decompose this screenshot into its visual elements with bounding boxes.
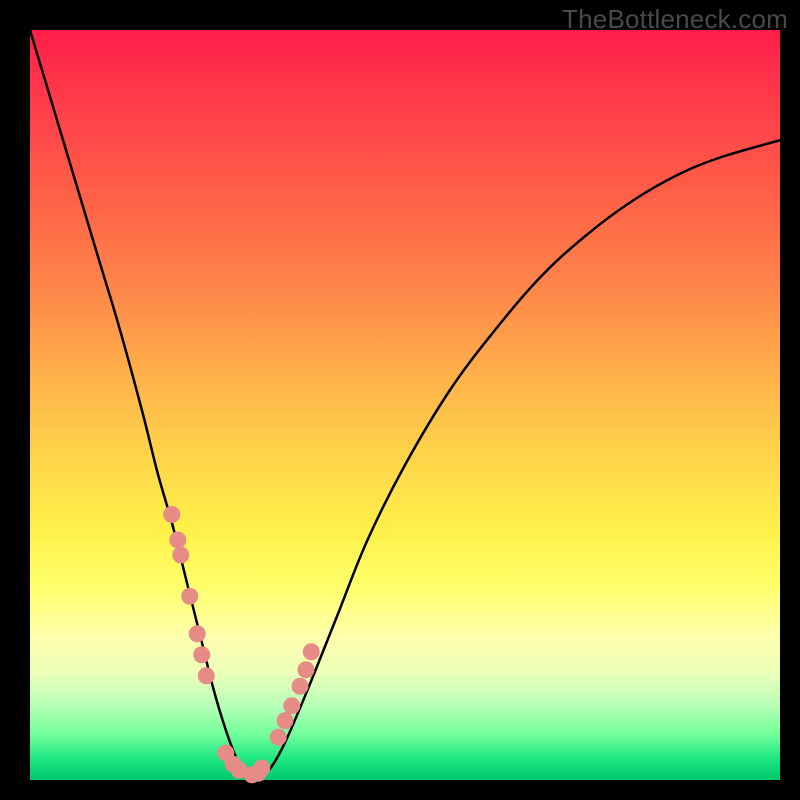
data-point [181, 588, 198, 605]
data-point [270, 729, 287, 746]
data-point [172, 547, 189, 564]
data-point [253, 760, 270, 777]
data-point [169, 532, 186, 549]
data-points [163, 506, 320, 783]
data-point [189, 625, 206, 642]
plot-area [30, 30, 780, 780]
chart-frame: TheBottleneck.com [0, 0, 800, 800]
data-point [292, 678, 309, 695]
data-point [283, 697, 300, 714]
bottleneck-curve [30, 30, 780, 776]
data-point [163, 506, 180, 523]
data-point [198, 667, 215, 684]
curve-layer [30, 30, 780, 780]
data-point [193, 646, 210, 663]
data-point [277, 712, 294, 729]
data-point [298, 661, 315, 678]
data-point [303, 643, 320, 660]
